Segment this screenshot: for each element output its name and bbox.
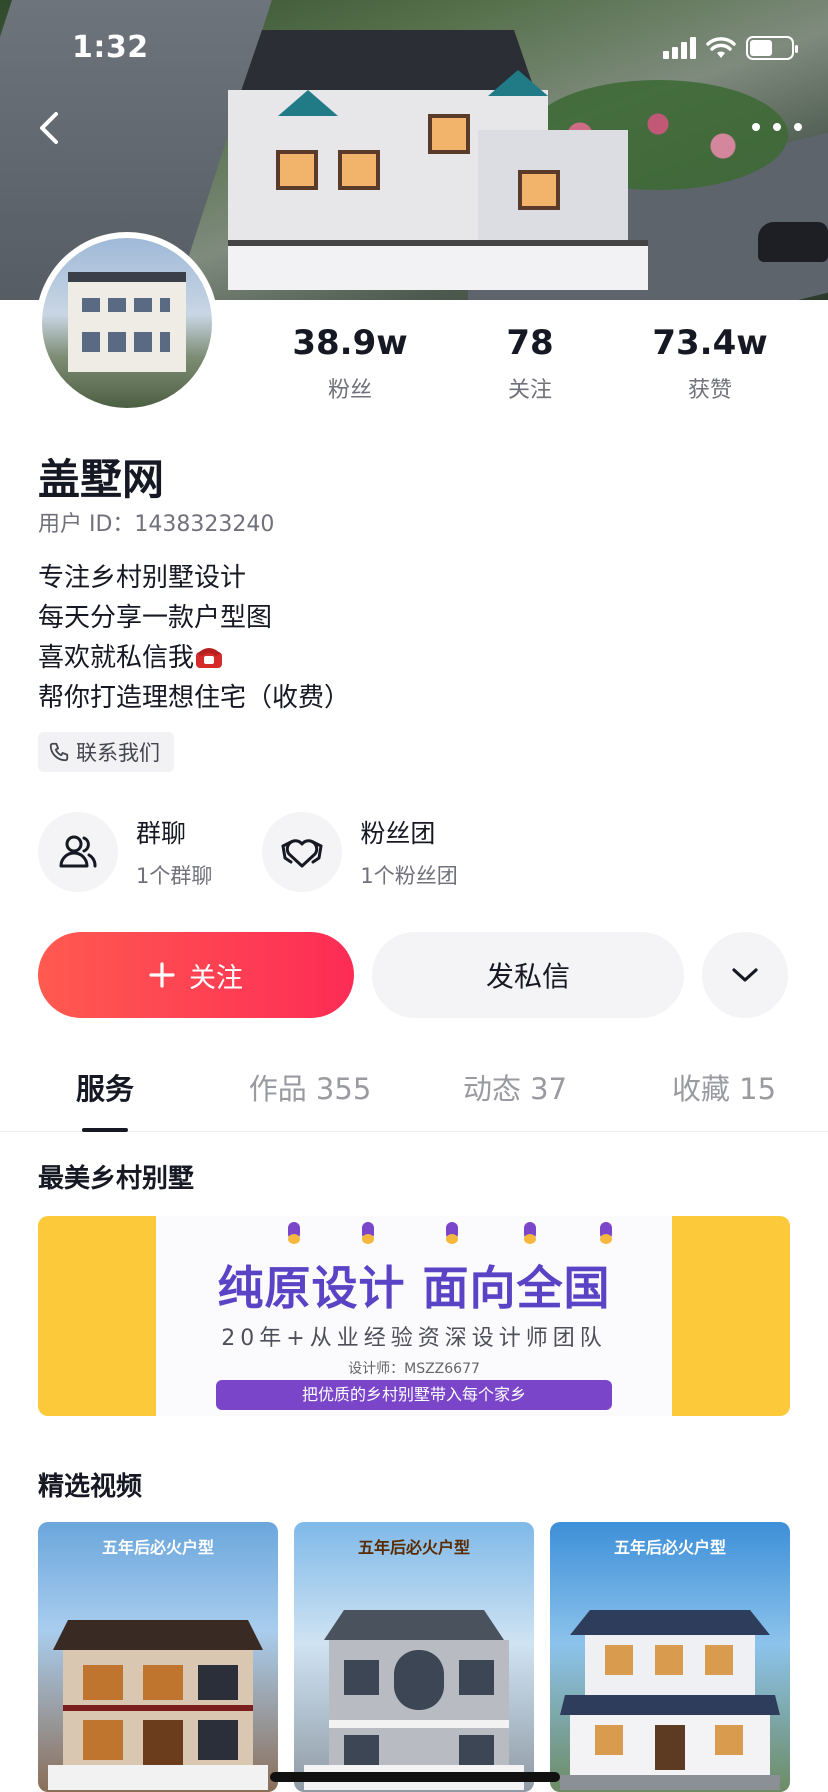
banner-headline: 纯原设计 面向全国 xyxy=(217,1261,611,1315)
home-indicator[interactable] xyxy=(270,1772,560,1782)
wifi-icon xyxy=(706,37,736,58)
videos-section-title: 精选视频 xyxy=(38,1472,143,1502)
video-caption: 五年后必火户型 xyxy=(613,1538,726,1557)
people-icon xyxy=(59,835,97,868)
profile-name: 盖墅网 xyxy=(38,455,165,504)
cellular-signal-icon xyxy=(663,37,696,59)
bio-line: 专注乡村别墅设计 xyxy=(38,563,247,593)
plus-icon xyxy=(149,962,175,988)
avatar[interactable] xyxy=(36,232,218,414)
video-thumbnail[interactable]: 五年后必火户型 xyxy=(550,1522,790,1792)
banner-ribbon: 把优质的乡村别墅带入每个家乡 xyxy=(216,1380,612,1410)
fan-club-entry[interactable]: 粉丝团 1个粉丝团 xyxy=(262,812,458,892)
bio-line: 喜欢就私信我 xyxy=(38,643,195,673)
follow-button[interactable]: 关注 xyxy=(38,932,354,1018)
tab-label: 服务 xyxy=(75,1072,134,1106)
stat-value: 38.9w xyxy=(292,323,408,363)
villa-thumbnail-image xyxy=(304,1610,524,1790)
user-id[interactable]: 用户 ID：1438323240 xyxy=(38,506,274,538)
video-caption: 五年后必火户型 xyxy=(357,1538,470,1557)
send-message-button[interactable]: 发私信 xyxy=(372,932,684,1018)
tab-label: 作品 355 xyxy=(248,1072,372,1106)
follow-label: 关注 xyxy=(189,962,243,994)
profile-tabs: 服务 作品 355 动态 37 收藏 15 xyxy=(0,1066,828,1132)
group-chat-entry[interactable]: 群聊 1个群聊 xyxy=(38,812,212,892)
status-time: 1:32 xyxy=(72,30,149,65)
bio-line: 每天分享一款户型图 xyxy=(38,603,273,633)
more-options-button[interactable] xyxy=(752,112,802,142)
tab-favorites[interactable]: 收藏 15 xyxy=(620,1066,828,1131)
bio-line: 帮你打造理想住宅（收费） xyxy=(38,683,351,713)
heart-badge-icon xyxy=(281,839,323,868)
tab-works[interactable]: 作品 355 xyxy=(210,1066,410,1131)
phone-icon xyxy=(49,742,69,762)
tab-posts[interactable]: 动态 37 xyxy=(410,1066,620,1131)
fan-club-title: 粉丝团 xyxy=(360,819,436,848)
villa-thumbnail-image xyxy=(48,1620,268,1790)
status-bar: 1:32 xyxy=(0,0,828,96)
stat-label: 关注 xyxy=(507,378,552,403)
fan-club-subtitle: 1个粉丝团 xyxy=(360,864,458,888)
contact-us-button[interactable]: 联系我们 xyxy=(38,732,174,772)
tab-label: 动态 37 xyxy=(462,1072,568,1106)
tab-services[interactable]: 服务 xyxy=(0,1066,210,1132)
stat-followers[interactable]: 38.9w 粉丝 xyxy=(260,326,440,404)
contact-label: 联系我们 xyxy=(76,741,160,765)
expand-button[interactable] xyxy=(702,932,788,1018)
community-links: 群聊 1个群聊 粉丝团 1个粉丝团 xyxy=(38,812,458,892)
chevron-down-icon xyxy=(732,968,758,982)
villa-thumbnail-image xyxy=(560,1610,780,1790)
stat-following[interactable]: 78 关注 xyxy=(440,326,620,404)
tab-label: 收藏 15 xyxy=(671,1072,777,1106)
banner-designer: 设计师：MSZZ6677 xyxy=(348,1361,480,1377)
stat-likes[interactable]: 73.4w 获赞 xyxy=(620,326,800,404)
stat-label: 粉丝 xyxy=(327,378,372,403)
telephone-icon xyxy=(196,648,223,668)
profile-stats: 38.9w 粉丝 78 关注 73.4w 获赞 xyxy=(260,326,800,404)
video-thumbnail[interactable]: 五年后必火户型 xyxy=(294,1522,534,1792)
video-thumbnail[interactable]: 五年后必火户型 xyxy=(38,1522,278,1792)
stat-value: 78 xyxy=(506,323,554,363)
group-title: 群聊 xyxy=(136,819,187,848)
active-tab-indicator xyxy=(82,1128,128,1132)
video-caption: 五年后必火户型 xyxy=(101,1538,214,1557)
stat-label: 获赞 xyxy=(687,378,732,403)
back-button[interactable] xyxy=(28,106,72,150)
stat-value: 73.4w xyxy=(652,323,768,363)
banner-subline: 20年+从业经验资深设计师团队 xyxy=(221,1326,607,1351)
battery-icon xyxy=(746,36,798,60)
promo-banner[interactable]: 纯原设计 面向全国 20年+从业经验资深设计师团队 设计师：MSZZ6677 把… xyxy=(38,1216,790,1416)
chevron-left-icon xyxy=(40,112,58,144)
profile-bio: 专注乡村别墅设计 每天分享一款户型图 喜欢就私信我 帮你打造理想住宅（收费） xyxy=(38,558,350,718)
featured-section-title: 最美乡村别墅 xyxy=(38,1164,195,1194)
video-list: 五年后必火户型 五年后必火户型 五年后必火户型 xyxy=(38,1522,790,1792)
group-subtitle: 1个群聊 xyxy=(136,864,213,888)
